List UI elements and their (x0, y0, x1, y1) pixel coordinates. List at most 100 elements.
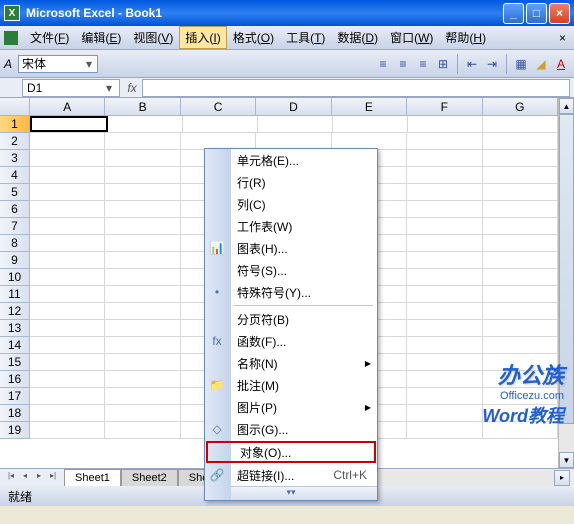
cell-F3[interactable] (407, 150, 482, 166)
cell-B4[interactable] (105, 167, 180, 183)
cell-F17[interactable] (407, 388, 482, 404)
menu-item-13[interactable]: ◇图示(G)... (205, 418, 377, 440)
cell-B3[interactable] (105, 150, 180, 166)
tab-nav-next[interactable]: ▸ (32, 471, 46, 485)
cell-G3[interactable] (483, 150, 558, 166)
cell-B7[interactable] (105, 218, 180, 234)
cell-F2[interactable] (407, 133, 482, 149)
cell-G8[interactable] (483, 235, 558, 251)
cell-B19[interactable] (105, 422, 180, 438)
tab-nav-prev[interactable]: ◂ (18, 471, 32, 485)
menu-i[interactable]: 插入(I) (179, 26, 226, 49)
menu-v[interactable]: 视图(V) (127, 26, 179, 49)
cell-F7[interactable] (407, 218, 482, 234)
cell-F8[interactable] (407, 235, 482, 251)
indent-increase-icon[interactable]: ⇥ (483, 55, 501, 73)
cell-B10[interactable] (105, 269, 180, 285)
document-close-button[interactable]: × (555, 31, 570, 45)
cell-G2[interactable] (483, 133, 558, 149)
menu-item-15[interactable]: 🔗超链接(I)...Ctrl+K (205, 464, 377, 486)
cell-D1[interactable] (258, 116, 333, 132)
cell-A13[interactable] (30, 320, 105, 336)
row-header-6[interactable]: 6 (0, 201, 30, 218)
borders-icon[interactable]: ▦ (512, 55, 530, 73)
cell-G10[interactable] (483, 269, 558, 285)
cell-B8[interactable] (105, 235, 180, 251)
cell-F15[interactable] (407, 354, 482, 370)
row-header-8[interactable]: 8 (0, 235, 30, 252)
row-header-9[interactable]: 9 (0, 252, 30, 269)
sheet-tab-sheet1[interactable]: Sheet1 (64, 469, 121, 486)
column-header-E[interactable]: E (332, 98, 407, 115)
cell-A6[interactable] (30, 201, 105, 217)
row-header-14[interactable]: 14 (0, 337, 30, 354)
cell-F10[interactable] (407, 269, 482, 285)
cell-C2[interactable] (181, 133, 256, 149)
menu-d[interactable]: 数据(D) (331, 26, 384, 49)
row-header-7[interactable]: 7 (0, 218, 30, 235)
cell-B1[interactable] (108, 116, 183, 132)
row-header-10[interactable]: 10 (0, 269, 30, 286)
row-header-3[interactable]: 3 (0, 150, 30, 167)
menu-item-2[interactable]: 列(C) (205, 193, 377, 215)
column-header-B[interactable]: B (105, 98, 180, 115)
tab-nav-last[interactable]: ▸| (46, 471, 60, 485)
cell-A16[interactable] (30, 371, 105, 387)
select-all-corner[interactable] (0, 98, 30, 115)
menu-e[interactable]: 编辑(E) (75, 26, 127, 49)
cell-G6[interactable] (483, 201, 558, 217)
row-header-1[interactable]: 1 (0, 116, 30, 133)
menu-h[interactable]: 帮助(H) (439, 26, 492, 49)
cell-G1[interactable] (483, 116, 558, 132)
cell-F12[interactable] (407, 303, 482, 319)
close-button[interactable]: × (549, 3, 570, 24)
formula-input[interactable] (142, 79, 570, 97)
cell-B2[interactable] (105, 133, 180, 149)
cell-A19[interactable] (30, 422, 105, 438)
column-header-C[interactable]: C (181, 98, 256, 115)
cell-F18[interactable] (407, 405, 482, 421)
cell-F19[interactable] (407, 422, 482, 438)
cell-A11[interactable] (30, 286, 105, 302)
cell-G13[interactable] (483, 320, 558, 336)
menu-o[interactable]: 格式(O) (227, 26, 280, 49)
scroll-down-button[interactable]: ▼ (559, 452, 574, 468)
cell-B12[interactable] (105, 303, 180, 319)
align-left-icon[interactable]: ≡ (374, 55, 392, 73)
cell-F13[interactable] (407, 320, 482, 336)
row-header-19[interactable]: 19 (0, 422, 30, 439)
cell-F4[interactable] (407, 167, 482, 183)
cell-A12[interactable] (30, 303, 105, 319)
cell-A1[interactable] (30, 116, 108, 132)
cell-A18[interactable] (30, 405, 105, 421)
cell-F1[interactable] (408, 116, 483, 132)
row-header-4[interactable]: 4 (0, 167, 30, 184)
cell-B14[interactable] (105, 337, 180, 353)
cell-F16[interactable] (407, 371, 482, 387)
column-header-D[interactable]: D (256, 98, 331, 115)
menu-f[interactable]: 文件(F) (24, 26, 75, 49)
row-header-18[interactable]: 18 (0, 405, 30, 422)
cell-A5[interactable] (30, 184, 105, 200)
menu-item-9[interactable]: fx函数(F)... (205, 330, 377, 352)
cell-G9[interactable] (483, 252, 558, 268)
merge-icon[interactable]: ⊞ (434, 55, 452, 73)
cell-A8[interactable] (30, 235, 105, 251)
cell-D2[interactable] (256, 133, 331, 149)
cell-A4[interactable] (30, 167, 105, 183)
cell-F6[interactable] (407, 201, 482, 217)
menu-item-11[interactable]: 📁批注(M) (205, 374, 377, 396)
cell-A10[interactable] (30, 269, 105, 285)
row-header-5[interactable]: 5 (0, 184, 30, 201)
cell-A14[interactable] (30, 337, 105, 353)
menu-item-14[interactable]: 对象(O)... (206, 441, 376, 463)
cell-A17[interactable] (30, 388, 105, 404)
cell-G11[interactable] (483, 286, 558, 302)
menu-t[interactable]: 工具(T) (280, 26, 331, 49)
cell-F11[interactable] (407, 286, 482, 302)
menu-item-8[interactable]: 分页符(B) (205, 308, 377, 330)
cell-B17[interactable] (105, 388, 180, 404)
cell-B16[interactable] (105, 371, 180, 387)
cell-A15[interactable] (30, 354, 105, 370)
cell-A7[interactable] (30, 218, 105, 234)
